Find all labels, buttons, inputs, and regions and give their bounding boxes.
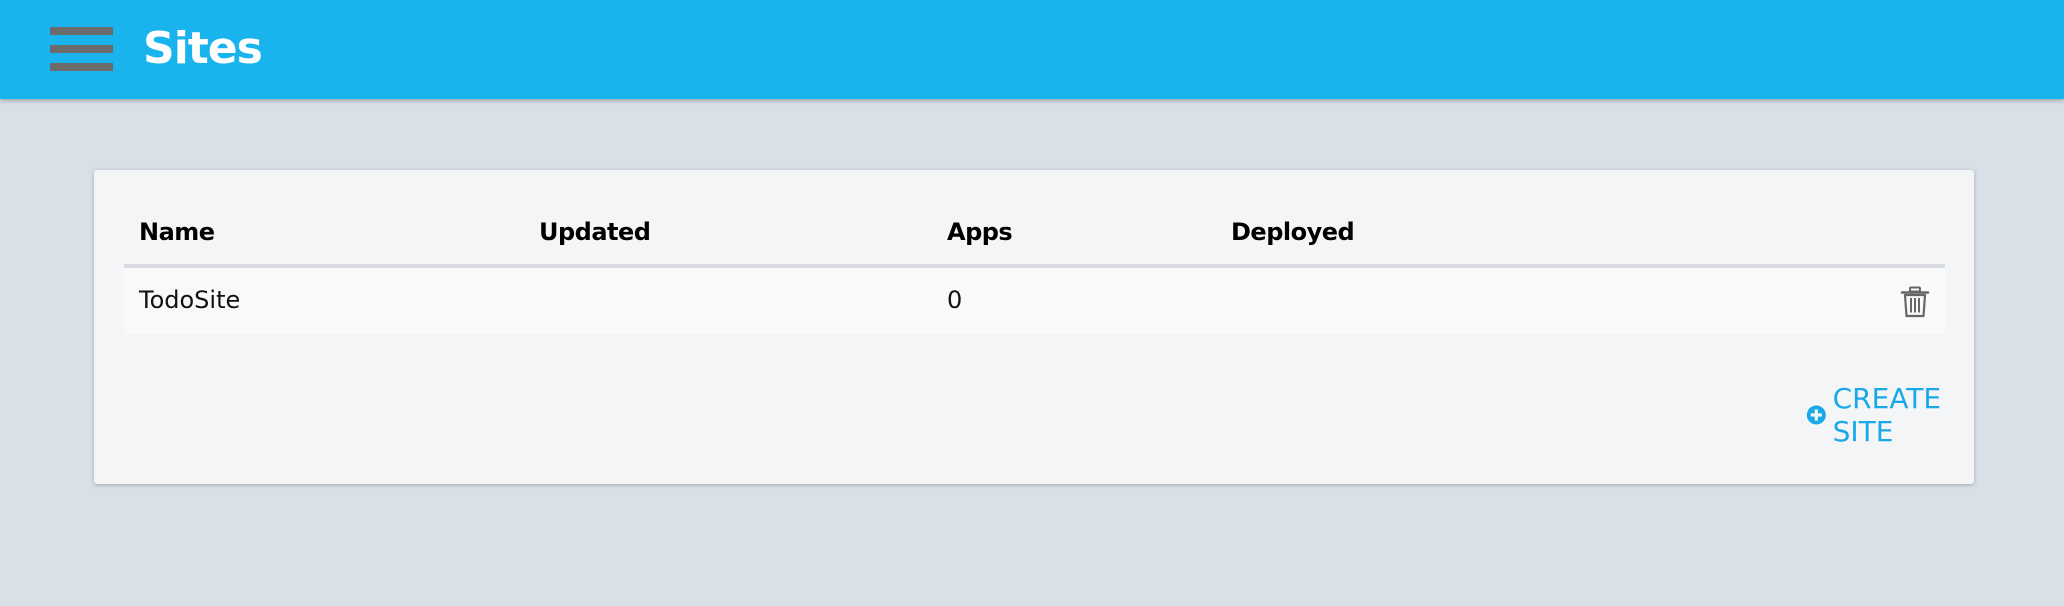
- cell-apps-count: 0: [947, 286, 963, 314]
- sites-card: Name Updated Apps Deployed TodoSite 0 CR…: [94, 170, 1974, 484]
- menu-bar: [50, 45, 113, 53]
- app-header: Sites: [0, 0, 2064, 99]
- hamburger-menu-icon[interactable]: [48, 26, 116, 74]
- column-header-name[interactable]: Name: [139, 218, 215, 246]
- table-row[interactable]: TodoSite 0: [124, 268, 1945, 334]
- column-header-updated[interactable]: Updated: [539, 218, 651, 246]
- column-header-deployed[interactable]: Deployed: [1231, 218, 1355, 246]
- create-site-label: CREATE SITE: [1832, 382, 1942, 448]
- plus-circle-icon: [1806, 405, 1826, 425]
- menu-bar: [50, 63, 113, 71]
- create-site-button[interactable]: CREATE SITE: [1806, 382, 1974, 448]
- table-header: Name Updated Apps Deployed: [124, 200, 1945, 268]
- menu-bar: [50, 27, 113, 35]
- cell-site-name[interactable]: TodoSite: [139, 286, 240, 314]
- page-title: Sites: [143, 23, 263, 74]
- sites-table: Name Updated Apps Deployed TodoSite 0: [124, 200, 1945, 334]
- trash-icon[interactable]: [1900, 286, 1930, 318]
- column-header-apps[interactable]: Apps: [947, 218, 1013, 246]
